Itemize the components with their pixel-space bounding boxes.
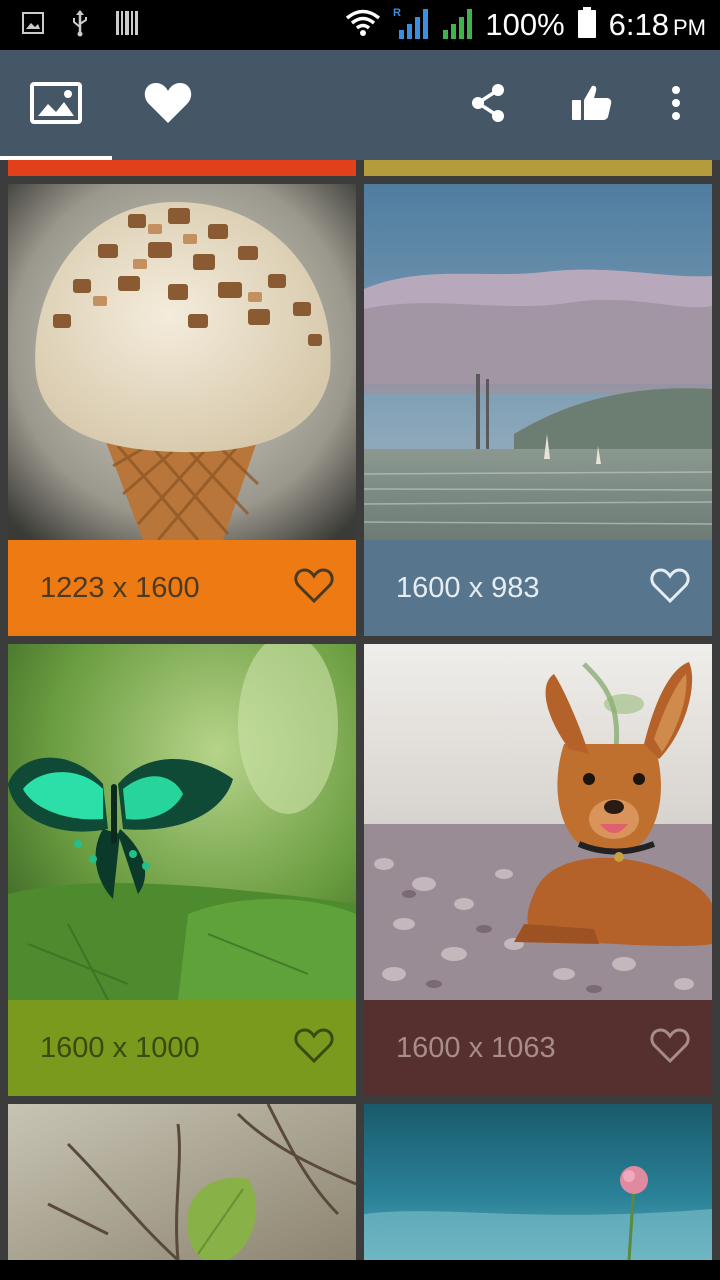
favorite-heart-icon[interactable] — [650, 567, 690, 609]
clock: 6:18 PM — [609, 7, 706, 43]
card-caption: 1600 x 983 — [364, 540, 712, 636]
favorite-heart-icon[interactable] — [294, 1027, 334, 1069]
signal-icon — [443, 6, 473, 45]
image-dimensions: 1600 x 1000 — [40, 1031, 200, 1064]
wallpaper-thumbnail[interactable] — [8, 1104, 356, 1260]
wallpaper-thumbnail[interactable] — [8, 644, 356, 1000]
battery-icon — [577, 6, 597, 44]
app-bar — [0, 50, 720, 160]
more-options-button[interactable] — [650, 50, 702, 160]
share-button[interactable] — [458, 50, 518, 160]
wallpaper-card[interactable]: 1600 x 1063 — [364, 644, 712, 1096]
wallpaper-thumbnail[interactable] — [364, 184, 712, 540]
wallpaper-thumbnail[interactable] — [364, 644, 712, 1000]
image-dimensions: 1600 x 983 — [396, 571, 540, 604]
more-vert-icon — [671, 85, 681, 126]
thumbs-up-icon — [572, 84, 612, 127]
card-caption: 1600 x 1063 — [364, 1000, 712, 1096]
heart-icon — [143, 81, 193, 130]
battery-percent: 100% — [485, 7, 565, 42]
clock-time: 6:18 — [608, 7, 669, 42]
wallpaper-card[interactable]: 1600 x 1000 — [8, 644, 356, 1096]
wallpaper-card[interactable]: 1600 x 983 — [364, 184, 712, 636]
favorite-heart-icon[interactable] — [294, 567, 334, 609]
image-dimensions: 1600 x 1063 — [396, 1031, 556, 1064]
wallpaper-grid: 1223 x 1600 1600 x 983 1600 x 1000 1600 … — [0, 160, 720, 1260]
image-icon — [30, 81, 82, 129]
status-bar: R 100% 6:18 PM — [0, 0, 720, 50]
card-caption: 1223 x 1600 — [8, 540, 356, 636]
tab-gallery[interactable] — [0, 50, 112, 160]
wallpaper-card[interactable] — [364, 1104, 712, 1260]
wallpaper-card[interactable] — [8, 1104, 356, 1260]
card-peek-right — [364, 160, 712, 176]
card-peek-left — [8, 160, 356, 176]
share-icon — [470, 83, 506, 128]
barcode-icon — [116, 10, 138, 40]
bottom-bar — [0, 1260, 720, 1280]
wifi-icon — [345, 9, 381, 42]
favorite-heart-icon[interactable] — [650, 1027, 690, 1069]
tab-favorites[interactable] — [112, 50, 224, 160]
like-button[interactable] — [562, 50, 622, 160]
wallpaper-thumbnail[interactable] — [364, 1104, 712, 1260]
signal-roaming-icon: R — [393, 6, 431, 45]
clock-ampm: PM — [673, 15, 706, 40]
image-notification-icon — [22, 11, 44, 39]
usb-icon — [70, 9, 90, 42]
wallpaper-thumbnail[interactable] — [8, 184, 356, 540]
image-dimensions: 1223 x 1600 — [40, 571, 200, 604]
svg-text:R: R — [393, 7, 401, 19]
wallpaper-card[interactable]: 1223 x 1600 — [8, 184, 356, 636]
card-caption: 1600 x 1000 — [8, 1000, 356, 1096]
